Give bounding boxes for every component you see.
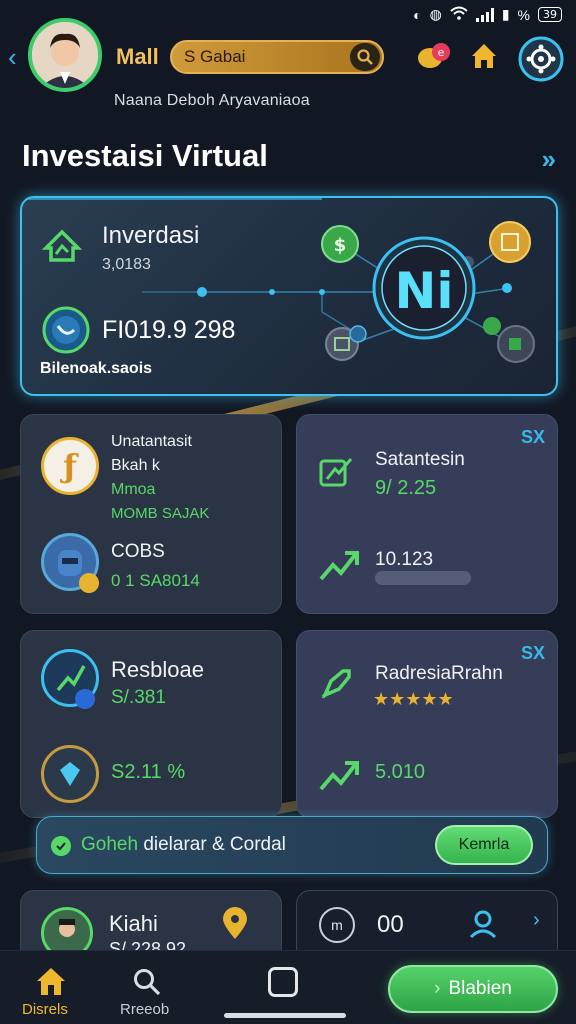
investment-summary-card[interactable]: $ Ni Inverdasi 3,0183 FI019.9 298 Bileno… [20,196,558,396]
blue-badge-icon [75,689,95,709]
investment-card-b[interactable]: SX Satantesin 9/ 2.25 10.123 [296,414,558,614]
card-d-badge: SX [520,643,545,663]
diamond-icon [41,745,99,803]
search-button[interactable] [350,43,380,71]
card-d-title: RadresiaRrahn [375,663,503,684]
hero-label: Inverdasi [102,222,200,249]
clock-icon: ◍ [429,6,442,22]
location-pin-icon [219,905,251,946]
investment-card-d[interactable]: SX RadresiaRrahn ★★★★★ 5.010 [296,630,558,818]
card-e-title: Kiahi [109,911,158,936]
svg-text:$: $ [334,235,347,256]
search-icon [134,969,161,996]
promo-banner[interactable]: Goheh dielarar & Cordal Kemrla [36,816,548,874]
card-a-title: Unatantasit [111,433,192,450]
card-a-line4: MOMB SAJAK [111,505,210,522]
settings-icon[interactable] [518,36,564,87]
svg-text:e: e [438,46,445,59]
card-f-value: 00 [377,911,404,938]
search-icon [357,49,373,65]
home-icon[interactable] [468,40,500,77]
card-b-row-value: 10.123 [375,549,434,570]
card-c-title: Resbloae [111,657,204,682]
banner-text: Goheh dielarar & Cordal [81,834,286,856]
banner-action-button[interactable]: Kemrla [435,825,533,865]
battery-saver-icon: ▮ [501,6,510,22]
signal-icon [475,7,494,22]
trend-up-icon [317,753,359,798]
percent-icon: % [517,6,530,23]
battery-indicator: 39 [538,7,562,22]
avatar[interactable] [28,18,102,92]
search-bar[interactable] [170,40,384,74]
card-b-value: 9/ 2.25 [375,477,437,499]
check-icon [51,836,71,856]
card-a-line3: Mmoa [111,481,156,498]
card-a-row-label: COBS [111,541,165,562]
hero-total-value: FI019.9 298 [102,316,236,344]
primary-action-button[interactable]: › Blabien [388,965,558,1013]
investment-card-a[interactable]: ƒ Unatantasit Bkah k Mmoa MOMB SAJAK COB… [20,414,282,614]
card-a-row-value: 0 1 SA8014 [111,571,200,590]
investment-card-c[interactable]: Resbloae S/.381 S2.11 % [20,630,282,818]
search-input[interactable] [184,47,344,67]
home-growth-icon [41,226,83,271]
trend-up-icon [317,543,359,588]
sync-icon: ◐ [413,6,422,23]
nav-item-home[interactable] [34,965,68,1002]
more-chevron-icon[interactable]: » [542,144,556,175]
rating-stars: ★★★★★ [373,689,454,709]
banner-highlight: Goheh [81,834,139,855]
square-icon[interactable] [268,967,298,997]
wifi-icon [450,6,468,23]
card-b-badge: SX [520,427,545,447]
page-title: Investaisi Virtual [22,138,268,173]
rating-gauge-icon: m [319,907,355,943]
card-b-title: Satantesin [375,449,465,470]
card-d-row-value: 5.010 [375,761,426,783]
back-chevron-icon[interactable]: ‹ [8,42,17,73]
coin-icon: ƒ [41,437,99,495]
rocket-icon [317,663,357,708]
primary-action-label: Blabien [448,978,512,999]
app-title: Mall [116,44,159,69]
nav-label-search[interactable]: Rreeob [120,1001,169,1018]
chat-notification-icon[interactable]: e [416,40,452,79]
user-icon[interactable] [467,907,499,944]
gold-badge-icon [79,573,99,593]
nav-label-home[interactable]: Disrels [22,1001,68,1018]
home-indicator[interactable] [224,1013,346,1018]
blurred-text [375,571,471,585]
chart-edit-icon [317,451,357,496]
arrow-right-icon: › [434,978,441,999]
hero-sub-value: 3,0183 [102,256,151,273]
hero-caption: Bilenoak.saois [40,360,153,377]
wallet-icon [42,306,90,359]
status-bar: ◐ ◍ ▮ % 39 [413,6,562,23]
home-icon [37,968,65,995]
banner-message: dielarar & Cordal [138,834,286,855]
chevron-right-icon[interactable]: › [533,909,540,932]
user-name: Naana Deboh Aryavaniaoa [114,92,310,109]
card-c-row-value: S2.11 % [111,761,186,783]
card-c-value: S/.381 [111,687,166,708]
card-a-line2: Bkah k [111,457,160,474]
nav-item-search[interactable] [132,967,162,1002]
hero-center-badge: Ni [395,262,454,320]
